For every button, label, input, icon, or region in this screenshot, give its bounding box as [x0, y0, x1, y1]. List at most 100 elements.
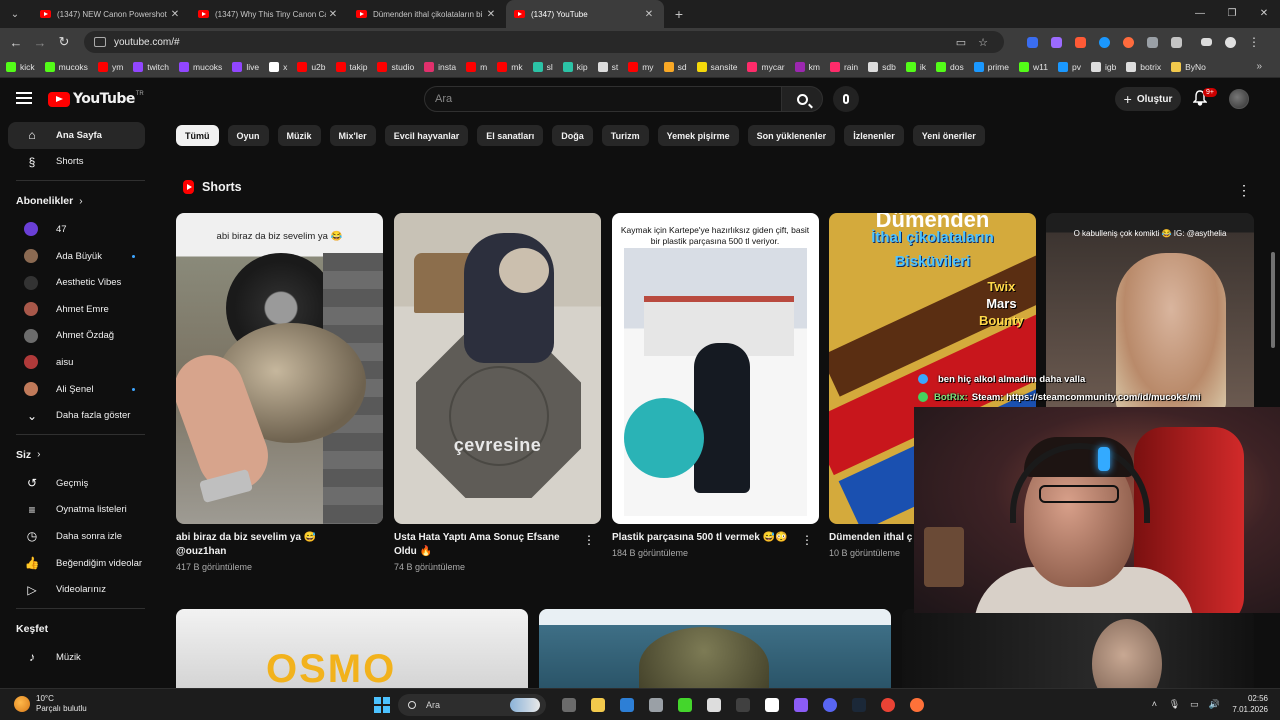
filter-chip[interactable]: El sanatları [477, 125, 544, 146]
bookmark-item[interactable]: live [232, 61, 259, 72]
scrollbar-thumb[interactable] [1271, 252, 1275, 348]
bookmark-item[interactable]: rain [829, 61, 858, 72]
bookmark-item[interactable]: u2b [297, 61, 326, 72]
bookmark-star-icon[interactable]: ☆ [972, 36, 994, 49]
bookmark-item[interactable]: sd [663, 61, 687, 72]
extensions-puzzle-icon[interactable] [1164, 34, 1188, 50]
filter-chip[interactable]: Müzik [277, 125, 321, 146]
sidebar-item-playlists[interactable]: ≡ Oynatma listeleri [8, 497, 145, 524]
razer-app[interactable] [670, 693, 699, 717]
bookmark-item[interactable]: w11 [1019, 61, 1048, 72]
bookmark-item[interactable]: botrix [1126, 61, 1161, 72]
filter-chip[interactable]: Yemek pişirme [657, 125, 739, 146]
you-header[interactable]: Siz › [0, 440, 155, 470]
extension-icon[interactable] [1092, 34, 1116, 50]
bookmark-item[interactable]: prime [973, 61, 1009, 72]
bookmark-item[interactable]: kick [6, 61, 35, 72]
short-more-options-icon[interactable]: ⋮ [801, 533, 813, 547]
short-thumbnail[interactable]: çevresine [394, 213, 601, 524]
network-icon[interactable]: ▭ [1184, 699, 1204, 710]
short-title[interactable]: abi biraz da biz sevelim ya 😅 @ouz1han [176, 531, 383, 559]
subscription-item[interactable]: Ahmet Emre [8, 296, 145, 323]
subscription-item[interactable]: 47 [8, 216, 145, 243]
filter-chip[interactable]: Evcil hayvanlar [384, 125, 469, 146]
short-title[interactable]: Usta Hata Yaptı Ama Sonuç Efsane Oldu 🔥 [394, 531, 601, 559]
bookmark-item[interactable]: m [466, 61, 487, 72]
reading-list-icon[interactable] [1194, 34, 1218, 50]
bookmark-item[interactable]: igb [1090, 61, 1116, 72]
bookmark-item[interactable]: x [269, 61, 287, 72]
filter-chip[interactable]: Son yüklenenler [747, 125, 836, 146]
weather-widget[interactable]: 10°C Parçalı bulutlu [14, 694, 87, 714]
short-thumbnail[interactable]: abi biraz da biz sevelim ya 😂 [176, 213, 383, 524]
browser-tab[interactable]: (1347) NEW Canon Powershot V1 ✕ [32, 0, 190, 28]
cast-icon[interactable]: ▭ [950, 36, 972, 49]
filter-chip[interactable]: Mix'ler [329, 125, 376, 146]
sidebar-item-watch-later[interactable]: ◷ Daha sonra izle [8, 523, 145, 550]
maximize-button[interactable]: ❐ [1216, 0, 1248, 28]
chrome-menu-icon[interactable]: ⋮ [1242, 34, 1266, 50]
extension-icon[interactable] [1020, 34, 1044, 50]
filter-chip[interactable]: Doğa [552, 125, 593, 146]
bookmark-item[interactable]: pv [1057, 61, 1081, 72]
tab-close-icon[interactable]: ✕ [168, 9, 182, 20]
short-card[interactable]: çevresine Usta Hata Yaptı Ama Sonuç Efsa… [394, 213, 601, 572]
taskbar-search[interactable]: Ara [398, 694, 546, 716]
bookmark-item[interactable]: dos [936, 61, 964, 72]
tab-close-icon[interactable]: ✕ [642, 9, 656, 20]
github-app[interactable] [699, 693, 728, 717]
bookmark-item[interactable]: twitch [133, 61, 169, 72]
video-thumbnail[interactable] [902, 609, 1254, 689]
youtube-logo[interactable]: YouTube TR [48, 91, 144, 107]
bookmark-item[interactable]: sansite [696, 61, 737, 72]
task-view-app[interactable] [554, 693, 583, 717]
voice-search-button[interactable] [833, 86, 859, 112]
tab-close-icon[interactable]: ✕ [484, 9, 498, 20]
bookmark-item[interactable]: kip [562, 61, 588, 72]
bookmark-item[interactable]: insta [424, 61, 456, 72]
bookmark-item[interactable]: km [794, 61, 820, 72]
short-card[interactable]: Kaymak için Kartepe'ye hazırlıksız giden… [612, 213, 819, 558]
microphone-icon[interactable]: 🎙 [1164, 699, 1184, 710]
subscription-item[interactable]: Ali Şenel [8, 376, 145, 403]
bookmark-item[interactable]: my [628, 61, 654, 72]
show-more-button[interactable]: ⌄ Daha fazla göster [8, 402, 145, 429]
bookmark-item[interactable]: ym [97, 61, 123, 72]
app-dark[interactable] [728, 693, 757, 717]
bookmark-item[interactable]: mucoks [44, 61, 88, 72]
subscription-item[interactable]: aisu [8, 349, 145, 376]
new-tab-button[interactable]: + [668, 6, 690, 22]
extension-icon[interactable] [1116, 34, 1140, 50]
search-input[interactable]: Ara [424, 86, 782, 112]
sidebar-item-music[interactable]: ♪ Müzik [8, 644, 145, 671]
filter-chip[interactable]: Oyun [227, 125, 269, 146]
short-title[interactable]: Plastik parçasına 500 tl vermek 😅😳 [612, 531, 819, 545]
sidebar-item-liked[interactable]: 👍 Beğendiğim videolar [8, 550, 145, 577]
bookmark-item[interactable]: mk [497, 61, 523, 72]
extension-icon[interactable] [1044, 34, 1068, 50]
subscription-item[interactable]: Ada Büyük [8, 243, 145, 270]
filter-chip[interactable]: Yeni öneriler [912, 125, 985, 146]
bookmark-item[interactable]: st [597, 61, 618, 72]
menu-hamburger-icon[interactable] [16, 92, 32, 104]
minimize-button[interactable]: — [1184, 0, 1216, 28]
file-explorer-app[interactable] [583, 693, 612, 717]
firefox-app[interactable] [902, 693, 931, 717]
more-bookmarks-icon[interactable]: » [1256, 61, 1262, 72]
sidebar-item-your-videos[interactable]: ▷ Videolarınız [8, 576, 145, 603]
sidebar-item-history[interactable]: ↺ Geçmiş [8, 470, 145, 497]
extension-icon[interactable] [1068, 34, 1092, 50]
shelf-more-options-icon[interactable]: ⋮ [1237, 182, 1251, 199]
short-thumbnail[interactable]: Kaymak için Kartepe'ye hazırlıksız giden… [612, 213, 819, 524]
short-more-options-icon[interactable]: ⋮ [583, 533, 595, 547]
search-button[interactable] [781, 86, 823, 112]
bookmark-item[interactable]: mycar [747, 61, 785, 72]
account-avatar[interactable] [1229, 89, 1249, 109]
browser-tab[interactable]: (1347) YouTube ✕ [506, 0, 664, 28]
sidebar-item-shorts[interactable]: § Shorts [8, 149, 145, 176]
chrome-app[interactable] [873, 693, 902, 717]
sidebar-item-home[interactable]: ⌂ Ana Sayfa [8, 122, 145, 149]
create-button[interactable]: + Oluştur [1115, 87, 1181, 111]
close-window-button[interactable]: ✕ [1248, 0, 1280, 28]
bookmark-item[interactable]: studio [377, 61, 414, 72]
